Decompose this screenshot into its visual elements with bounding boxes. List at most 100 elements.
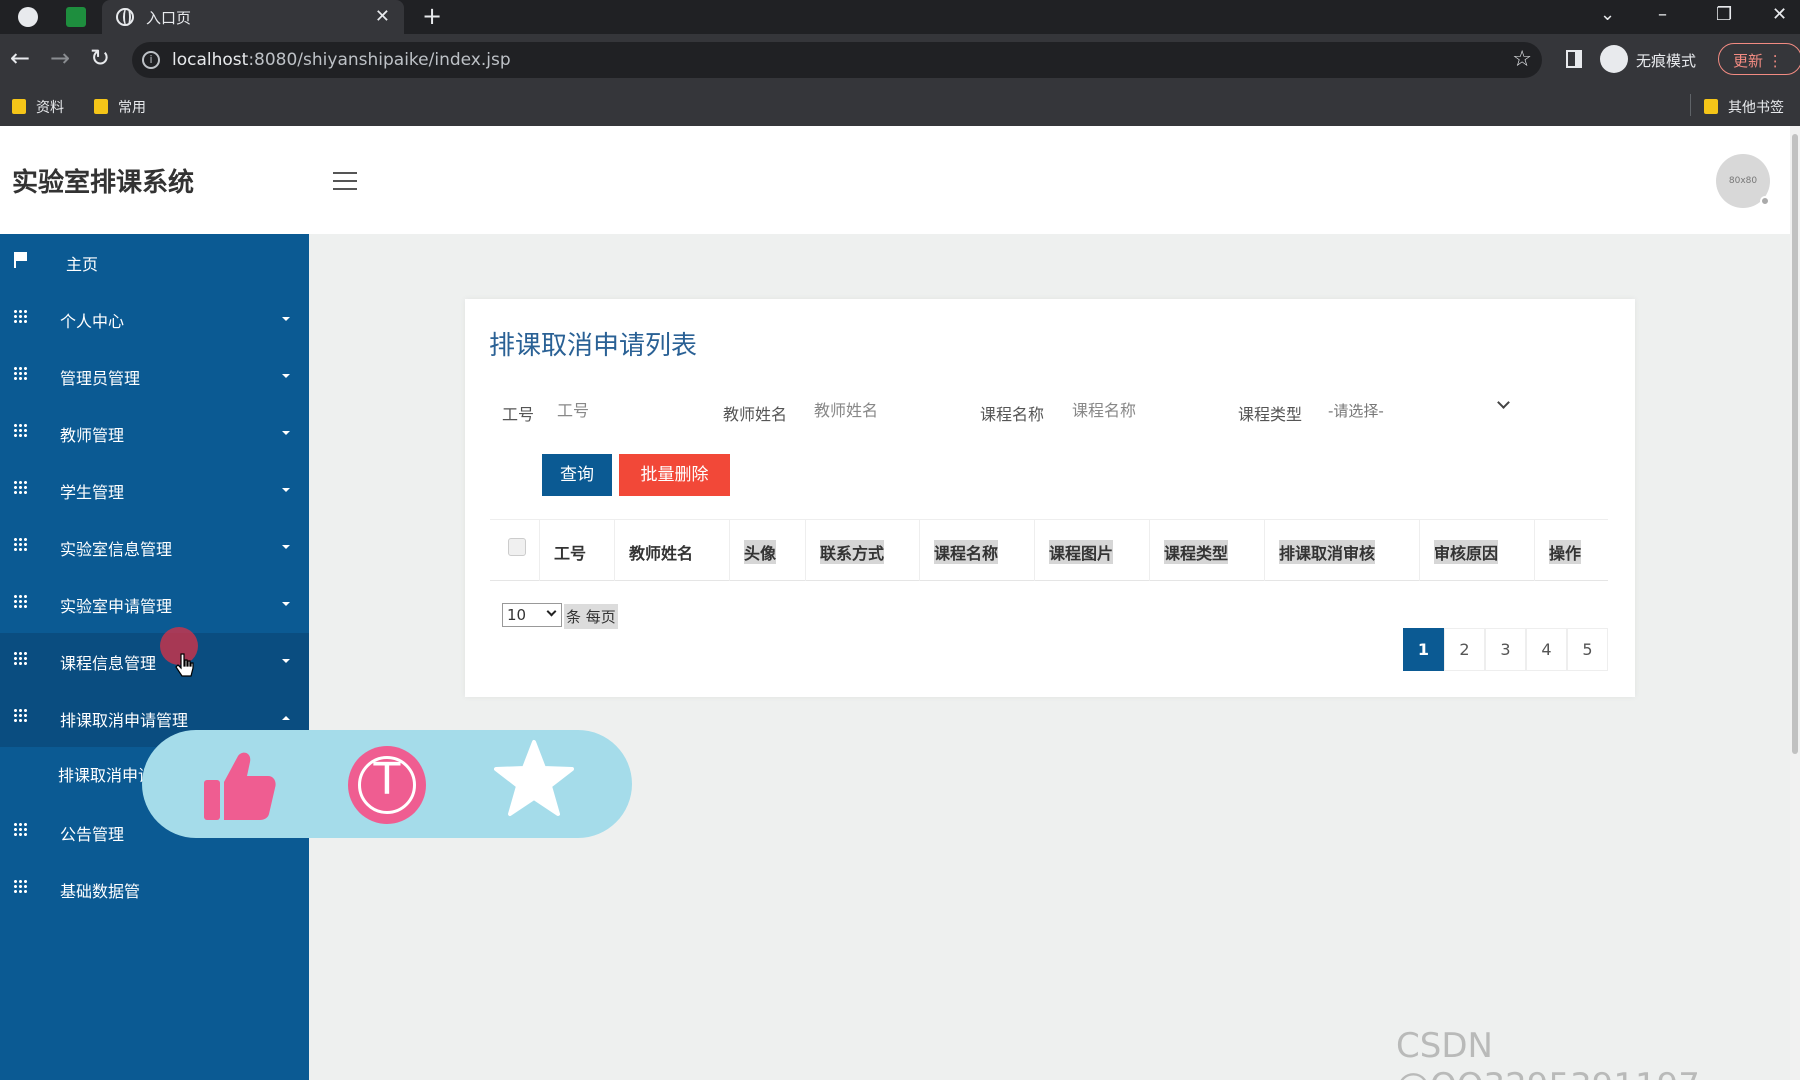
select-all-header [490, 520, 540, 581]
sheets-tab-icon[interactable] [66, 7, 86, 27]
chrome-icon[interactable] [18, 7, 38, 27]
column-header[interactable]: 排课取消审核 [1265, 520, 1420, 581]
back-icon[interactable]: ← [10, 44, 30, 72]
app-brand: 实验室排课系统 [12, 168, 195, 198]
sidebar-item-label: 学生管理 [60, 483, 125, 502]
sidebar-item-basic-data[interactable]: 基础数据管 [0, 861, 309, 918]
caret-down-icon [282, 431, 290, 435]
caret-up-icon [282, 716, 290, 720]
site-info-icon[interactable]: i [142, 51, 160, 69]
favorite-star-icon[interactable] [494, 738, 574, 818]
course-name-input[interactable] [1072, 391, 1232, 429]
bookmark-folder-ziliao[interactable]: 资料 [12, 97, 64, 117]
omnibox[interactable]: i localhost:8080/shiyanshipaike/index.js… [132, 42, 1542, 78]
floating-action-bar: T [142, 730, 632, 838]
page-size-label: 条 每页 [564, 604, 618, 629]
grid-icon [13, 822, 28, 837]
teacher-name-input[interactable] [814, 391, 974, 429]
scrollbar-thumb[interactable] [1792, 134, 1798, 754]
coin-icon[interactable]: T [348, 746, 426, 824]
sidebar-item-student[interactable]: 学生管理 [0, 462, 309, 519]
caret-down-icon [282, 374, 290, 378]
grid-icon [13, 879, 28, 894]
coin-glyph: T [373, 754, 401, 805]
column-header[interactable]: 审核原因 [1420, 520, 1535, 581]
sidebar-item-label: 管理员管理 [60, 369, 141, 388]
reload-icon[interactable]: ↻ [90, 44, 110, 72]
active-tab[interactable]: 入口页 ✕ [102, 0, 404, 34]
column-header[interactable]: 课程图片 [1035, 520, 1150, 581]
sidebar-item-label: 公告管理 [60, 825, 125, 844]
forward-icon[interactable]: → [50, 44, 70, 72]
tab-search-icon[interactable]: ⌄ [1600, 4, 1615, 25]
select-all-checkbox[interactable] [508, 538, 526, 556]
grid-icon [13, 708, 28, 723]
caret-down-icon [282, 488, 290, 492]
sidebar-item-label: 教师管理 [60, 426, 125, 445]
page-button[interactable]: 5 [1567, 628, 1608, 671]
globe-icon [116, 8, 134, 26]
gonghao-input[interactable] [557, 391, 697, 429]
app-viewport: 实验室排课系统 80x80 主页 个人中心 管理员管理 教师管理 学生管理 实验… [0, 126, 1800, 1080]
sidebar-item-label: 实验室申请管理 [60, 597, 173, 616]
grid-icon [13, 309, 28, 324]
caret-down-icon [282, 545, 290, 549]
batch-delete-button[interactable]: 批量删除 [619, 454, 730, 496]
side-panel-icon[interactable] [1566, 50, 1582, 68]
chevron-down-icon [1497, 396, 1510, 409]
tab-close-icon[interactable]: ✕ [375, 6, 390, 27]
caret-down-icon [282, 317, 290, 321]
gonghao-label: 工号 [502, 405, 535, 424]
new-tab-icon[interactable]: + [422, 2, 442, 30]
sidebar-item-teacher[interactable]: 教师管理 [0, 405, 309, 462]
window-close-icon[interactable]: ✕ [1772, 4, 1787, 25]
column-header[interactable]: 联系方式 [806, 520, 920, 581]
page-button[interactable]: 2 [1444, 628, 1485, 671]
menu-toggle-icon[interactable] [333, 172, 357, 190]
restore-icon[interactable]: ❐ [1716, 4, 1732, 25]
app-header: 实验室排课系统 80x80 [0, 126, 1790, 234]
sidebar-item-admin[interactable]: 管理员管理 [0, 348, 309, 405]
column-header[interactable]: 头像 [730, 520, 806, 581]
column-header[interactable]: 操作 [1535, 520, 1608, 581]
browser-tabbar: 入口页 ✕ + ⌄ – ❐ ✕ [0, 0, 1800, 34]
sidebar-item-course-info[interactable]: 课程信息管理 [0, 633, 309, 690]
column-header[interactable]: 课程类型 [1150, 520, 1265, 581]
sidebar-item-label: 课程信息管理 [60, 654, 157, 673]
caret-down-icon [282, 659, 290, 663]
grid-icon [13, 423, 28, 438]
page-button[interactable]: 4 [1526, 628, 1567, 671]
bookmark-star-icon[interactable]: ☆ [1512, 47, 1532, 72]
url-text[interactable]: localhost:8080/shiyanshipaike/index.jsp [172, 50, 511, 70]
other-bookmarks[interactable]: 其他书签 [1704, 97, 1784, 117]
sidebar: 主页 个人中心 管理员管理 教师管理 学生管理 实验室信息管理 实验室申请管理 … [0, 234, 309, 1080]
bookmark-folder-changyong[interactable]: 常用 [94, 97, 146, 117]
teacher-name-label: 教师姓名 [723, 405, 788, 424]
minimize-icon[interactable]: – [1658, 4, 1667, 25]
column-header[interactable]: 课程名称 [920, 520, 1035, 581]
incognito-icon[interactable] [1600, 45, 1628, 73]
folder-icon [1704, 99, 1718, 114]
page-button[interactable]: 3 [1485, 628, 1526, 671]
column-header[interactable]: 教师姓名 [615, 520, 730, 581]
tab-title: 入口页 [146, 9, 192, 27]
sidebar-item-lab-info[interactable]: 实验室信息管理 [0, 519, 309, 576]
flag-icon [14, 252, 28, 268]
folder-icon [12, 99, 26, 114]
watermark: CSDN @QQ3295391197 [1396, 1026, 1700, 1080]
bookmark-separator [1690, 94, 1691, 116]
folder-icon [94, 99, 108, 114]
sidebar-item-home[interactable]: 主页 [0, 234, 309, 291]
update-button[interactable]: 更新 ⋮ [1718, 43, 1800, 75]
course-type-select[interactable]: -请选择- [1328, 393, 1510, 427]
like-icon[interactable] [202, 748, 278, 824]
column-header[interactable]: 工号 [540, 520, 615, 581]
sidebar-item-personal-center[interactable]: 个人中心 [0, 291, 309, 348]
data-table: 工号 教师姓名 头像 联系方式 课程名称 课程图片 课程类型 排课取消审核 审核… [490, 519, 1608, 581]
grid-icon [13, 537, 28, 552]
grid-icon [13, 651, 28, 666]
page-button[interactable]: 1 [1403, 628, 1444, 671]
sidebar-item-lab-apply[interactable]: 实验室申请管理 [0, 576, 309, 633]
page-size-select[interactable]: 10 [502, 603, 562, 627]
query-button[interactable]: 查询 [542, 454, 612, 496]
